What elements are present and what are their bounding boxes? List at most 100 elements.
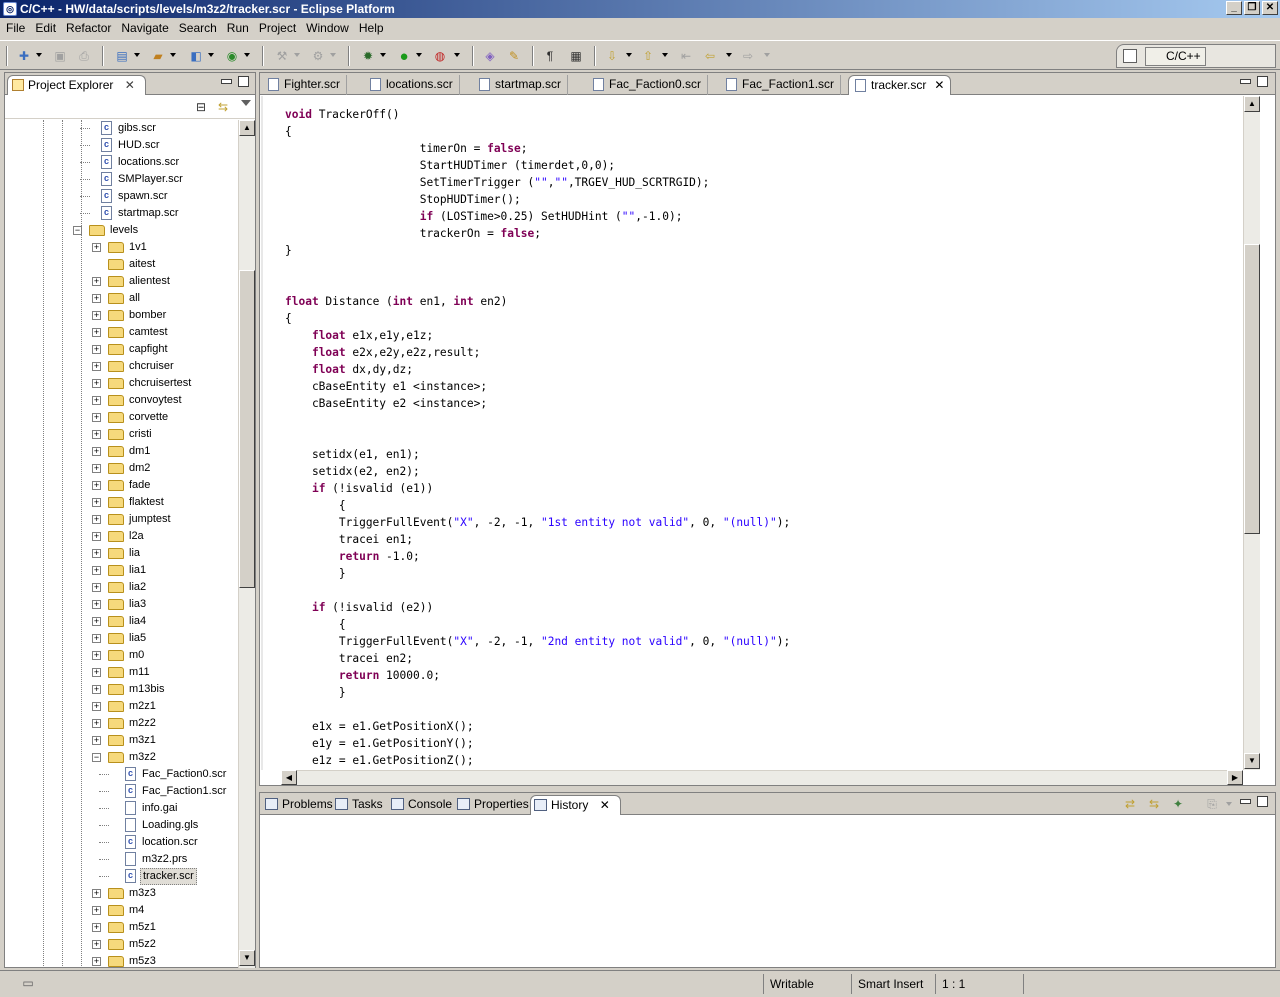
new-dropdown-icon[interactable]: [36, 53, 42, 57]
tree-folder-item[interactable]: + l2a: [5, 528, 237, 545]
tree-folder-item[interactable]: + chcruiser: [5, 358, 237, 375]
perspective-cpp-button[interactable]: C/C++: [1145, 47, 1206, 66]
tab-tasks[interactable]: Tasks: [332, 795, 387, 815]
tree-file-item[interactable]: Fac_Faction1.scr: [5, 783, 237, 800]
print-icon[interactable]: ⎙: [76, 48, 92, 64]
show-whitespace-icon[interactable]: ¶: [542, 48, 558, 64]
minimize-panel-icon[interactable]: [1240, 799, 1251, 804]
expand-icon[interactable]: +: [92, 549, 101, 558]
collapse-icon[interactable]: −: [92, 753, 101, 762]
forward-icon[interactable]: ⇨: [740, 48, 756, 64]
tree-folder-item[interactable]: + m4: [5, 902, 237, 919]
project-explorer-tab[interactable]: Project Explorer ✕: [7, 75, 146, 95]
tree-file-item[interactable]: HUD.scr: [5, 137, 237, 154]
build-icon[interactable]: ⚒: [274, 48, 290, 64]
tree-file-item[interactable]: spawn.scr: [5, 188, 237, 205]
tree-file-item[interactable]: startmap.scr: [5, 205, 237, 222]
link-with-editor-icon[interactable]: ⇆: [215, 99, 231, 115]
expand-icon[interactable]: +: [92, 277, 101, 286]
scroll-thumb[interactable]: [1244, 244, 1260, 534]
tree-folder-item[interactable]: + flaktest: [5, 494, 237, 511]
expand-icon[interactable]: +: [92, 294, 101, 303]
expand-icon[interactable]: +: [92, 668, 101, 677]
editor-tab[interactable]: Fighter.scr: [262, 75, 348, 95]
expand-icon[interactable]: +: [92, 634, 101, 643]
minimize-view-icon[interactable]: [221, 79, 232, 84]
external-tools-dropdown-icon[interactable]: [454, 53, 460, 57]
maximize-view-icon[interactable]: [238, 76, 249, 87]
pin-icon[interactable]: ✦: [1170, 796, 1186, 812]
scroll-down-icon[interactable]: ▼: [239, 950, 255, 966]
tree-folder-item[interactable]: + capfight: [5, 341, 237, 358]
minimize-button[interactable]: _: [1226, 1, 1242, 15]
build-all-icon[interactable]: ⚙: [310, 48, 326, 64]
build-all-dropdown-icon[interactable]: [330, 53, 336, 57]
new-folder-icon[interactable]: ▰: [150, 48, 166, 64]
external-tools-icon[interactable]: ◍: [432, 48, 448, 64]
tree-folder-item[interactable]: + m13bis: [5, 681, 237, 698]
new-file-dropdown-icon[interactable]: [208, 53, 214, 57]
tree-folder-item[interactable]: + lia: [5, 545, 237, 562]
tree-folder-item[interactable]: + alientest: [5, 273, 237, 290]
tree-folder-item[interactable]: + convoytest: [5, 392, 237, 409]
tree-folder-item[interactable]: − m3z2: [5, 749, 237, 766]
tree-folder-item[interactable]: + m2z1: [5, 698, 237, 715]
tree-folder-item[interactable]: + lia4: [5, 613, 237, 630]
tree-folder-item[interactable]: + chcruisertest: [5, 375, 237, 392]
save-icon[interactable]: ▣: [52, 48, 68, 64]
tree-folder-item[interactable]: + m5z3: [5, 953, 237, 968]
editor-horizontal-scrollbar[interactable]: ◀ ▶: [281, 770, 1243, 785]
back-dropdown-icon[interactable]: [726, 53, 732, 57]
tree-file-item[interactable]: location.scr: [5, 834, 237, 851]
debug-dropdown-icon[interactable]: [380, 53, 386, 57]
menu-refactor[interactable]: Refactor: [62, 21, 115, 35]
fast-view-icon[interactable]: ▭: [20, 975, 36, 991]
expand-icon[interactable]: +: [92, 498, 101, 507]
editor-tab[interactable]: startmap.scr: [473, 75, 569, 95]
tree-folder-item[interactable]: − levels: [5, 222, 237, 239]
scroll-up-icon[interactable]: ▲: [1244, 96, 1260, 112]
history-dropdown-icon[interactable]: [1226, 802, 1232, 806]
menu-navigate[interactable]: Navigate: [117, 21, 172, 35]
tree-folder-item[interactable]: + m0: [5, 647, 237, 664]
expand-icon[interactable]: +: [92, 617, 101, 626]
menu-run[interactable]: Run: [223, 21, 253, 35]
previous-annotation-icon[interactable]: ⇧: [640, 48, 656, 64]
tree-file-item[interactable]: info.gai: [5, 800, 237, 817]
code-editor[interactable]: void TrackerOff() { timerOn = false; Star…: [261, 96, 1259, 770]
expand-icon[interactable]: +: [92, 940, 101, 949]
new-project-dropdown-icon[interactable]: [134, 53, 140, 57]
tree-file-item[interactable]: m3z2.prs: [5, 851, 237, 868]
expand-icon[interactable]: +: [92, 685, 101, 694]
tree-file-item[interactable]: locations.scr: [5, 154, 237, 171]
close-button[interactable]: ✕: [1262, 1, 1278, 15]
link-icon[interactable]: ⇆: [1146, 796, 1162, 812]
close-icon[interactable]: ✕: [600, 798, 610, 812]
tab-properties[interactable]: Properties: [454, 795, 533, 815]
tree-folder-item[interactable]: + lia2: [5, 579, 237, 596]
forward-dropdown-icon[interactable]: [764, 53, 770, 57]
new-folder-dropdown-icon[interactable]: [170, 53, 176, 57]
tree-folder-item[interactable]: + camtest: [5, 324, 237, 341]
expand-icon[interactable]: +: [92, 481, 101, 490]
scroll-up-icon[interactable]: ▲: [239, 120, 255, 136]
tree-folder-item[interactable]: + m11: [5, 664, 237, 681]
tree-folder-item[interactable]: +1v1: [5, 239, 237, 256]
expand-icon[interactable]: +: [92, 906, 101, 915]
collapse-all-icon[interactable]: ⊟: [193, 99, 209, 115]
build-dropdown-icon[interactable]: [294, 53, 300, 57]
expand-icon[interactable]: +: [92, 464, 101, 473]
tree-folder-item[interactable]: + m3z3: [5, 885, 237, 902]
tree-folder-item[interactable]: + m5z2: [5, 936, 237, 953]
next-annotation-dropdown-icon[interactable]: [626, 53, 632, 57]
run-dropdown-icon[interactable]: [416, 53, 422, 57]
expand-icon[interactable]: +: [92, 311, 101, 320]
tree-folder-item[interactable]: + dm1: [5, 443, 237, 460]
scroll-down-icon[interactable]: ▼: [1244, 753, 1260, 769]
tree-folder-item[interactable]: + dm2: [5, 460, 237, 477]
search-icon[interactable]: ✎: [506, 48, 522, 64]
tab-history[interactable]: History ✕: [530, 795, 621, 815]
tree-folder-item[interactable]: + m2z2: [5, 715, 237, 732]
sync-icon[interactable]: ⇄: [1122, 796, 1138, 812]
view-menu-icon[interactable]: [241, 100, 251, 106]
